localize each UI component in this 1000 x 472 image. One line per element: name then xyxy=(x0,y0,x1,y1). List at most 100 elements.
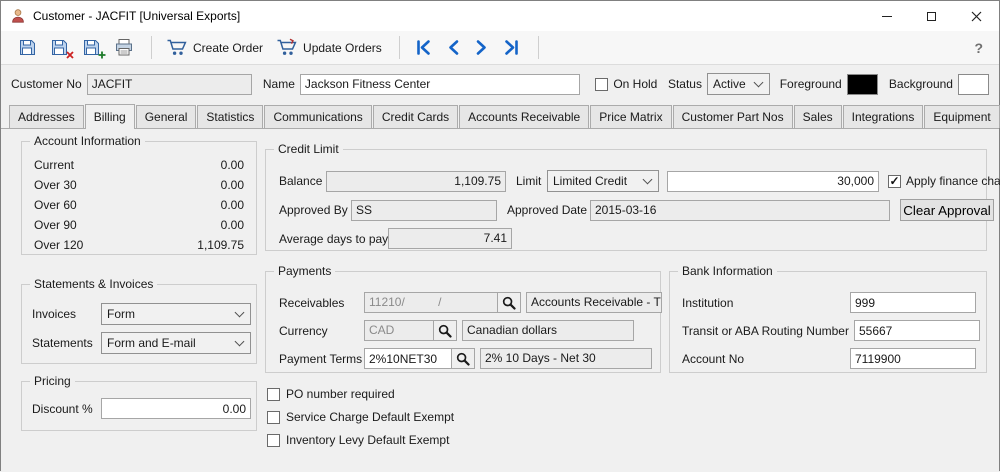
institution-label: Institution xyxy=(682,295,734,310)
receivables-description-field: Accounts Receivable - Trad xyxy=(526,292,662,313)
inventory-levy-exempt-checkbox[interactable] xyxy=(267,433,280,447)
balance-field: 1,109.75 xyxy=(326,170,506,192)
update-orders-label: Update Orders xyxy=(303,40,382,55)
payments-group: Payments Receivables 11210/ / Accounts R… xyxy=(265,264,662,373)
chevron-down-icon xyxy=(642,174,653,185)
help-button[interactable]: ? xyxy=(970,40,987,56)
foreground-swatch[interactable] xyxy=(846,73,878,95)
print-button[interactable] xyxy=(109,35,139,60)
status-value: Active xyxy=(712,77,746,91)
maximize-button[interactable] xyxy=(909,1,954,31)
receivables-code-field: 11210/ / xyxy=(364,292,498,313)
pricing-title: Pricing xyxy=(30,374,75,388)
aging-label: Over 90 xyxy=(34,218,77,232)
tab-general[interactable]: General xyxy=(135,105,197,128)
apply-finance-charges-checkbox[interactable]: ✓ xyxy=(888,174,901,188)
payment-terms-input[interactable] xyxy=(364,348,452,369)
account-no-input[interactable] xyxy=(850,348,976,369)
nav-previous-button[interactable] xyxy=(441,36,466,59)
first-record-icon xyxy=(416,40,430,55)
tab-sales[interactable]: Sales xyxy=(793,105,842,128)
bank-information-title: Bank Information xyxy=(678,264,777,278)
minimize-button[interactable] xyxy=(864,1,909,31)
statements-invoices-title: Statements & Invoices xyxy=(30,277,158,291)
approved-date-label: Approved Date xyxy=(507,203,588,217)
next-record-icon xyxy=(476,40,486,55)
inventory-levy-exempt-label: Inventory Levy Default Exempt xyxy=(286,433,450,447)
cart-icon xyxy=(167,39,187,55)
clear-approval-button[interactable]: Clear Approval xyxy=(900,199,994,221)
tab-billing[interactable]: Billing xyxy=(84,104,135,129)
transit-input[interactable] xyxy=(853,320,980,341)
statements-invoices-group: Statements & Invoices Invoices Form Stat… xyxy=(21,277,257,364)
tab-equipment[interactable]: Equipment xyxy=(924,105,1000,128)
service-charge-exempt-label: Service Charge Default Exempt xyxy=(286,410,455,424)
tab-customer-part-nos[interactable]: Customer Part Nos xyxy=(672,105,793,128)
background-swatch[interactable] xyxy=(957,73,989,95)
nav-next-button[interactable] xyxy=(469,36,494,59)
limit-select[interactable]: Limited Credit xyxy=(547,170,659,192)
apply-finance-charges-label: Apply finance charges xyxy=(906,174,1000,188)
payment-terms-search-button[interactable] xyxy=(452,348,475,369)
tab-accounts-receivable[interactable]: Accounts Receivable xyxy=(459,105,590,128)
save-button[interactable] xyxy=(13,35,42,60)
close-icon xyxy=(971,11,982,21)
aging-row-over30: Over 30 0.00 xyxy=(22,175,256,195)
pricing-group: Pricing Discount % xyxy=(21,374,257,431)
save-close-button[interactable] xyxy=(45,35,74,60)
currency-code-field: CAD xyxy=(364,320,434,341)
credit-limit-group: Credit Limit Balance 1,109.75 Limit Limi… xyxy=(265,142,1000,251)
status-label: Status xyxy=(667,77,702,91)
status-select[interactable]: Active xyxy=(706,73,771,95)
customer-window: { "window": { "title": "Customer - JACFI… xyxy=(0,0,1000,472)
receivables-search-button[interactable] xyxy=(498,292,521,313)
create-order-label: Create Order xyxy=(193,40,264,55)
toolbar-separator xyxy=(537,36,539,59)
plus-badge-icon xyxy=(98,51,106,59)
update-orders-button[interactable]: Update Orders xyxy=(271,35,387,60)
nav-first-button[interactable] xyxy=(409,36,438,59)
create-order-button[interactable]: Create Order xyxy=(161,35,268,60)
currency-search-button[interactable] xyxy=(434,320,457,341)
payment-terms-description-field: 2% 10 Days - Net 30 xyxy=(480,348,652,369)
foreground-label: Foreground xyxy=(779,77,842,91)
previous-record-icon xyxy=(448,40,459,55)
maximize-icon xyxy=(927,11,936,21)
save-new-button[interactable] xyxy=(77,35,106,60)
account-information-group: Account Information Current 0.00 Over 30… xyxy=(21,134,257,255)
statements-select[interactable]: Form and E-mail xyxy=(101,332,251,354)
print-icon xyxy=(116,39,132,56)
chevron-down-icon xyxy=(234,307,245,318)
aging-label: Over 30 xyxy=(34,178,77,192)
tab-communications[interactable]: Communications xyxy=(264,105,372,128)
tab-addresses[interactable]: Addresses xyxy=(9,105,84,128)
close-button[interactable] xyxy=(954,1,999,31)
aging-label: Over 60 xyxy=(34,198,77,212)
aging-value: 0.00 xyxy=(220,158,244,172)
credit-limit-amount-input[interactable] xyxy=(667,170,879,192)
institution-input[interactable] xyxy=(850,292,976,313)
po-number-required-label: PO number required xyxy=(286,387,395,401)
transit-label: Transit or ABA Routing Number xyxy=(682,323,849,338)
aging-value: 0.00 xyxy=(220,198,244,212)
invoices-value: Form xyxy=(107,307,135,321)
on-hold-checkbox[interactable] xyxy=(595,77,609,91)
account-no-label: Account No xyxy=(682,351,745,366)
toolbar-separator xyxy=(151,36,152,59)
customer-no-label: Customer No xyxy=(11,77,82,91)
background-label: Background xyxy=(888,77,953,91)
nav-last-button[interactable] xyxy=(497,36,526,59)
statements-value: Form and E-mail xyxy=(107,336,196,350)
tab-integrations[interactable]: Integrations xyxy=(842,105,924,128)
tab-credit-cards[interactable]: Credit Cards xyxy=(372,105,459,128)
po-number-required-checkbox[interactable] xyxy=(267,387,280,401)
name-input[interactable] xyxy=(299,73,581,95)
service-charge-exempt-checkbox[interactable] xyxy=(267,410,280,424)
discount-input[interactable] xyxy=(101,398,251,419)
invoices-select[interactable]: Form xyxy=(101,303,251,325)
tab-statistics[interactable]: Statistics xyxy=(197,105,264,128)
aging-row-over90: Over 90 0.00 xyxy=(22,215,256,235)
tab-bar: Addresses Billing General Statistics Com… xyxy=(1,103,1000,129)
tab-price-matrix[interactable]: Price Matrix xyxy=(590,105,672,128)
customer-no-input[interactable] xyxy=(86,73,252,95)
